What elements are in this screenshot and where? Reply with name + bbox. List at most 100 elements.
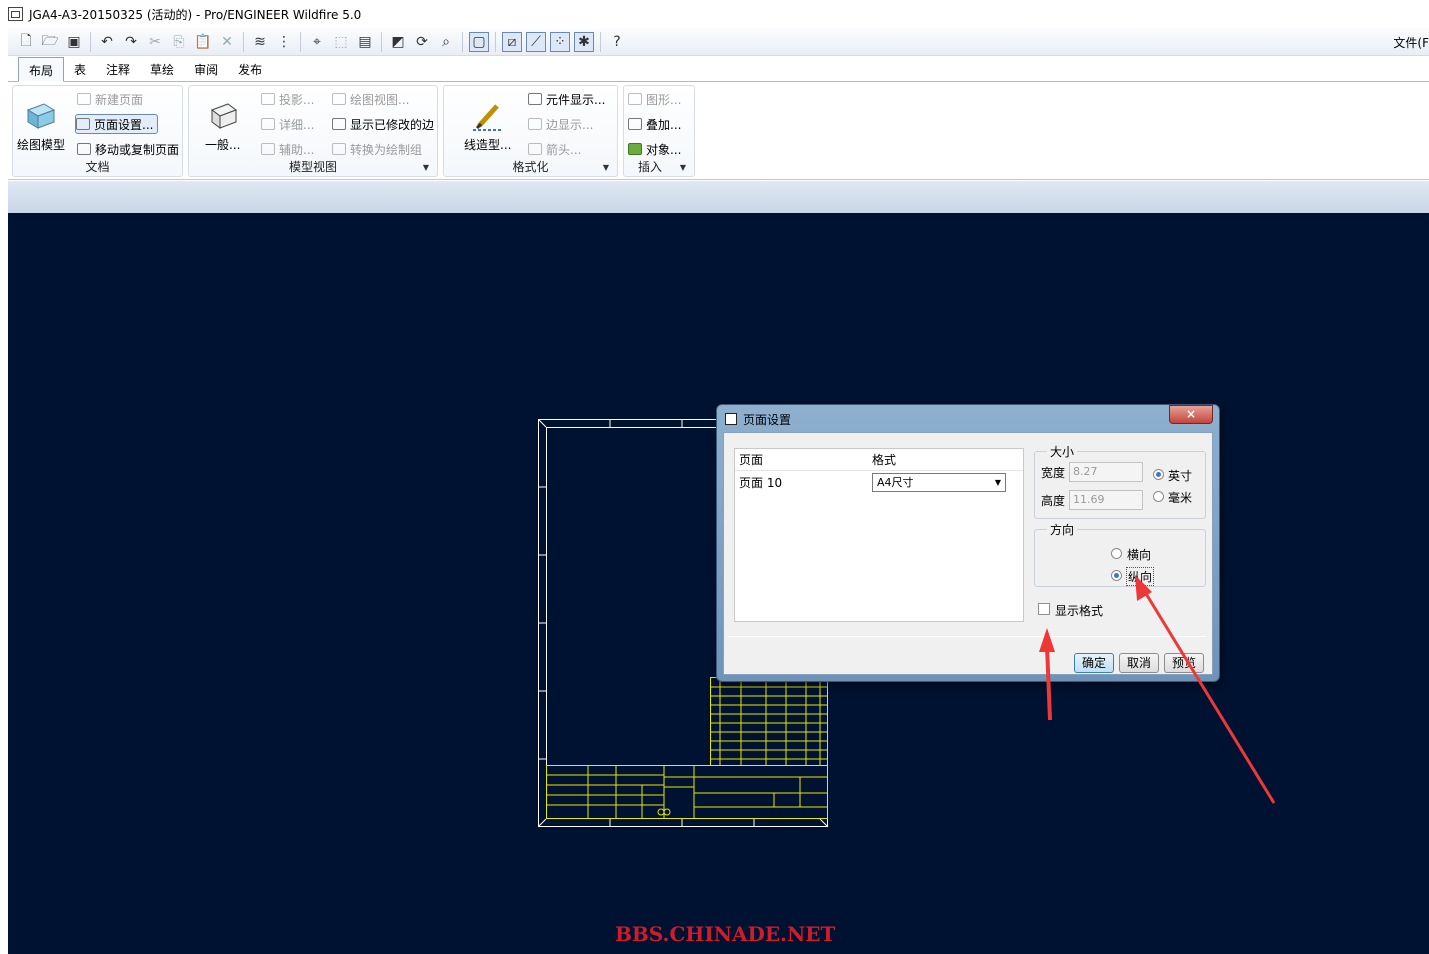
dialog-body: 页面 格式 页面 10 A4尺寸 ▼ 大小 宽度 8.27 高度 11.69 英… — [723, 432, 1213, 675]
arrow-button[interactable]: 箭头... — [528, 139, 581, 159]
arrow-icon — [528, 143, 542, 155]
edge-display-button[interactable]: 边显示... — [528, 114, 593, 134]
tab-layout[interactable]: 布局 — [18, 57, 65, 82]
height-input[interactable]: 11.69 — [1069, 490, 1143, 510]
cut-icon[interactable]: ✂ — [145, 32, 165, 52]
title-bar: JGA4-A3-20150325 (活动的) - Pro/ENGINEER Wi… — [0, 0, 1429, 28]
overlay-button[interactable]: 叠加... — [628, 114, 681, 134]
new-page-button[interactable]: 新建页面 — [77, 89, 143, 109]
convert-draw-group-button[interactable]: 转换为绘制组 — [332, 139, 422, 159]
select-box-icon[interactable]: ⬚ — [331, 32, 351, 52]
group-label-document: 文档 — [85, 160, 110, 174]
group-expand-icon[interactable]: ▼ — [680, 163, 686, 172]
line-style-button[interactable]: 线造型... — [464, 100, 511, 153]
dialog-title: 页面设置 — [743, 412, 792, 427]
new-icon[interactable]: 🗋 — [16, 32, 36, 52]
datum-point-icon[interactable]: ⁘ — [550, 31, 570, 52]
general-view-icon — [210, 103, 237, 129]
properties-icon[interactable]: ▤ — [355, 32, 375, 52]
auxiliary-button[interactable]: 辅助... — [261, 139, 314, 159]
left-frame — [0, 28, 8, 954]
layers-icon[interactable]: ≋ — [250, 32, 270, 52]
repaint-icon[interactable]: ◩ — [388, 32, 408, 52]
page-setup-dialog: 页面设置 × 页面 格式 页面 10 A4尺寸 ▼ 大小 宽度 8.27 高度 … — [716, 404, 1220, 682]
col-page-header: 页面 — [739, 453, 764, 467]
open-icon[interactable]: 🗁 — [40, 32, 60, 52]
preview-button[interactable]: 预览 — [1164, 653, 1204, 673]
datum-plane-icon[interactable]: ⧄ — [502, 31, 522, 52]
tab-annotate[interactable]: 注释 — [96, 57, 140, 81]
table-row[interactable]: 页面 10 A4尺寸 ▼ — [735, 471, 1023, 493]
projection-button[interactable]: 投影... — [261, 89, 314, 109]
show-format-checkbox[interactable] — [1038, 603, 1050, 615]
detail-button[interactable]: 详细... — [261, 114, 314, 134]
undo-icon[interactable]: ↶ — [97, 32, 117, 52]
group-expand-icon[interactable]: ▼ — [423, 163, 429, 172]
format-select-value: A4尺寸 — [877, 476, 914, 489]
group-expand-icon[interactable]: ▼ — [603, 163, 609, 172]
toolbar-separator — [300, 31, 301, 52]
toolbar-separator — [90, 31, 91, 52]
portrait-label: 纵向 — [1126, 567, 1155, 586]
refit-icon[interactable]: ⟳ — [412, 32, 432, 52]
mm-radio[interactable] — [1153, 491, 1164, 502]
chevron-down-icon: ▼ — [994, 477, 1001, 487]
coord-sys-icon[interactable]: ✱ — [574, 31, 594, 52]
graphics-button[interactable]: 图形... — [628, 89, 681, 109]
cancel-button[interactable]: 取消 — [1119, 653, 1159, 673]
view-icon[interactable]: ▢ — [469, 31, 489, 52]
width-label: 宽度 — [1041, 466, 1066, 480]
inch-radio[interactable] — [1153, 469, 1164, 480]
drawing-view-button[interactable]: 绘图视图... — [332, 89, 409, 109]
height-label: 高度 — [1041, 494, 1066, 508]
group-model-views: 一般... 投影... 详细... 辅助... 绘图视图... 显示已修改的边 … — [188, 85, 438, 177]
main-toolbar: 🗋 🗁 ▣ ↶ ↷ ✂ ⎘ 📋 ✕ ≋ ⋮ ⌖ ⬚ ▤ ◩ ⟳ ⌕ ▢ ⧄ ⟋ … — [8, 28, 1429, 56]
tab-table[interactable]: 表 — [64, 57, 96, 81]
copy-icon[interactable]: ⎘ — [169, 32, 189, 52]
dialog-title-bar: 页面设置 — [725, 410, 791, 428]
page-setup-button[interactable]: 页面设置... — [75, 114, 159, 134]
ribbon-tabs: 布局 表 注释 草绘 审阅 发布 — [8, 56, 1429, 82]
tab-review[interactable]: 审阅 — [184, 57, 228, 81]
object-button[interactable]: 对象... — [628, 139, 681, 159]
projection-icon — [261, 93, 275, 105]
size-legend: 大小 — [1047, 443, 1078, 460]
datum-axis-icon[interactable]: ⟋ — [526, 31, 546, 52]
close-button[interactable]: × — [1169, 405, 1213, 424]
inch-label: 英寸 — [1168, 469, 1193, 483]
toolbar-separator — [381, 31, 382, 52]
ribbon: 绘图模型 新建页面 页面设置... 移动或复制页面 文档 一般... 投影...… — [8, 82, 1429, 180]
save-icon[interactable]: ▣ — [64, 32, 84, 52]
zoom-icon[interactable]: ⌕ — [436, 32, 456, 52]
width-input[interactable]: 8.27 — [1069, 462, 1143, 482]
format-cell: A4尺寸 ▼ — [872, 472, 1023, 492]
group-label-model-views: 模型视图 — [288, 160, 337, 174]
find-icon[interactable]: ⌖ — [307, 32, 327, 52]
paste-icon[interactable]: 📋 — [193, 32, 213, 52]
overlay-icon — [628, 118, 642, 130]
tab-sketch[interactable]: 草绘 — [140, 57, 184, 81]
delete-icon[interactable]: ✕ — [217, 32, 237, 52]
watermark: BBS.CHINADE.NET — [615, 922, 836, 946]
file-menu[interactable]: 文件(F — [1393, 34, 1429, 51]
general-view-button[interactable]: 一般... — [205, 100, 240, 153]
format-select[interactable]: A4尺寸 ▼ — [872, 472, 1006, 492]
show-format-label: 显示格式 — [1055, 604, 1104, 618]
object-icon — [628, 143, 642, 155]
portrait-radio[interactable] — [1111, 570, 1122, 581]
show-modified-edges-button[interactable]: 显示已修改的边 — [332, 114, 434, 134]
landscape-label: 横向 — [1127, 548, 1152, 562]
whats-this-icon[interactable]: ? — [607, 32, 627, 52]
tree-icon[interactable]: ⋮ — [274, 32, 294, 52]
group-insert: 图形... 叠加... 对象... 插入 ▼ — [623, 85, 695, 177]
toolbar-separator — [462, 31, 463, 52]
drawing-model-button[interactable]: 绘图模型 — [17, 100, 65, 153]
move-copy-page-button[interactable]: 移动或复制页面 — [77, 139, 179, 159]
landscape-radio[interactable] — [1111, 548, 1122, 559]
ok-button[interactable]: 确定 — [1074, 653, 1114, 673]
page-cell: 页面 10 — [739, 475, 783, 490]
tab-publish[interactable]: 发布 — [228, 57, 272, 81]
redo-icon[interactable]: ↷ — [121, 32, 141, 52]
dialog-app-icon — [725, 413, 737, 425]
component-display-button[interactable]: 元件显示... — [528, 89, 605, 109]
